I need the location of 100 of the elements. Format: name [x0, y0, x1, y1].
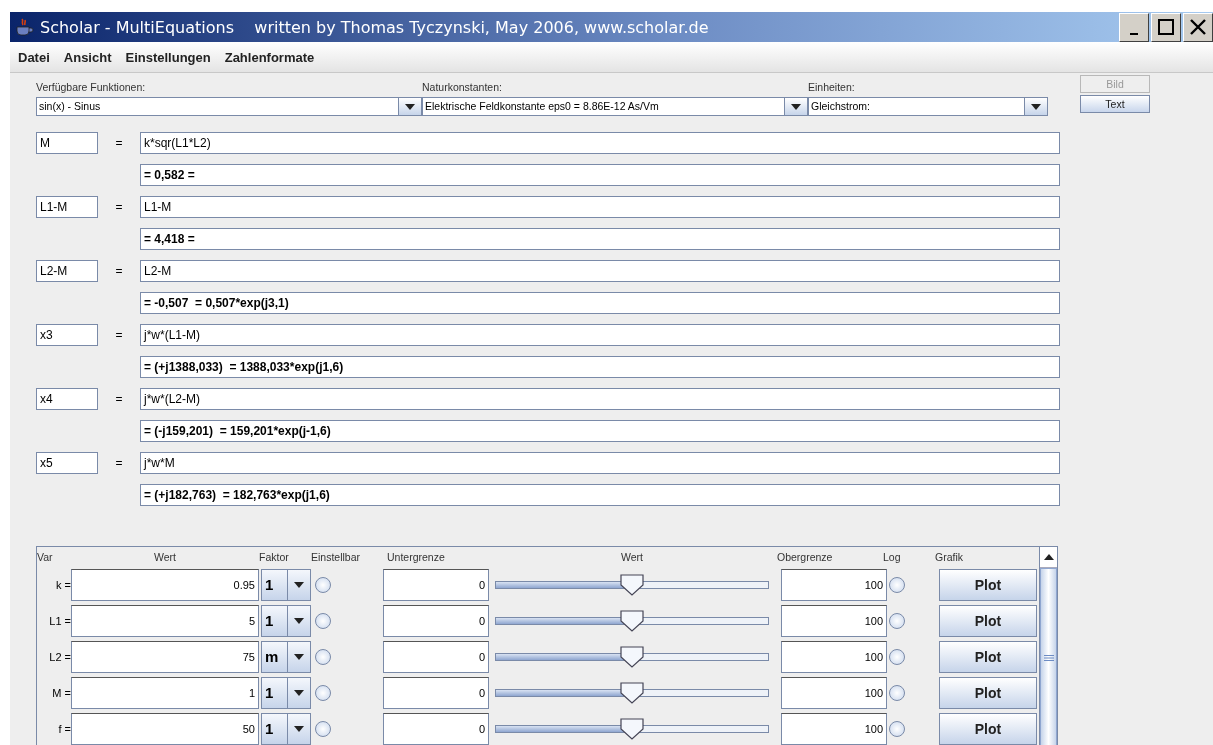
plot-button[interactable]: Plot: [939, 605, 1037, 637]
equals-sign: =: [114, 456, 124, 470]
factor-dropdown[interactable]: 1: [261, 605, 311, 637]
slider[interactable]: [495, 645, 769, 669]
result-field: = 0,582 =: [140, 164, 1060, 186]
dropdown-arrow-icon: [294, 582, 304, 588]
close-button[interactable]: [1183, 12, 1213, 42]
adjustable-radio[interactable]: [315, 613, 331, 629]
grip-icon: [1043, 654, 1054, 661]
close-icon: [1190, 19, 1206, 35]
variable-label: k =: [55, 579, 71, 591]
value-field[interactable]: 5: [71, 605, 259, 637]
slider[interactable]: [495, 717, 769, 741]
upper-bound-field[interactable]: 100: [781, 605, 887, 637]
variable-name-field[interactable]: x3: [36, 324, 98, 346]
plot-button[interactable]: Plot: [939, 677, 1037, 709]
upper-bound-field[interactable]: 100: [781, 677, 887, 709]
value-field[interactable]: 50: [71, 713, 259, 745]
field-label: Verfügbare Funktionen:: [36, 81, 147, 95]
log-radio[interactable]: [889, 649, 905, 665]
slider[interactable]: [495, 573, 769, 597]
adjustable-radio[interactable]: [315, 685, 331, 701]
log-radio[interactable]: [889, 721, 905, 737]
slider-thumb[interactable]: [620, 574, 644, 596]
lower-bound-field[interactable]: 0: [383, 569, 489, 601]
equals-sign: =: [114, 392, 124, 406]
value-field[interactable]: 1: [71, 677, 259, 709]
variable-label: M =: [51, 687, 71, 699]
dropdown[interactable]: Elektrische Feldkonstante eps0 = 8.86E-12 As/Vm: [422, 97, 808, 116]
equals-sign: =: [114, 328, 124, 342]
expression-field[interactable]: k*sqr(L1*L2): [140, 132, 1060, 154]
lower-bound-field[interactable]: 0: [383, 641, 489, 673]
expression-field[interactable]: j*w*M: [140, 452, 1060, 474]
result-field: = 4,418 =: [140, 228, 1060, 250]
slider[interactable]: [495, 609, 769, 633]
dropdown-arrow-icon: [294, 726, 304, 732]
field-label: Naturkonstanten:: [422, 81, 503, 95]
maximize-button[interactable]: [1151, 12, 1181, 42]
value-field[interactable]: 75: [71, 641, 259, 673]
maximize-icon: [1158, 19, 1174, 35]
cup-icon: [14, 17, 34, 37]
variable-label: L2 =: [48, 651, 71, 663]
upper-bound-field[interactable]: 100: [781, 713, 887, 745]
result-field: = (+j1388,033) = 1388,033*exp(j1,6): [140, 356, 1060, 378]
minimize-button[interactable]: [1119, 12, 1149, 42]
expression-field[interactable]: j*w*(L1-M): [140, 324, 1060, 346]
menu-item[interactable]: Zahlenformate: [224, 49, 315, 65]
log-radio[interactable]: [889, 577, 905, 593]
dropdown[interactable]: Gleichstrom:: [808, 97, 1048, 116]
value-field[interactable]: 0.95: [71, 569, 259, 601]
slider-thumb[interactable]: [620, 646, 644, 668]
variable-name-field[interactable]: M: [36, 132, 98, 154]
equals-sign: =: [114, 136, 124, 150]
menu-item[interactable]: Datei: [18, 49, 50, 65]
dropdown[interactable]: sin(x) - Sinus: [36, 97, 422, 116]
expression-field[interactable]: j*w*(L2-M): [140, 388, 1060, 410]
log-radio[interactable]: [889, 685, 905, 701]
expression-field[interactable]: L1-M: [140, 196, 1060, 218]
slider-thumb[interactable]: [620, 718, 644, 740]
field-label: Einheiten:: [808, 81, 856, 95]
slider-thumb[interactable]: [620, 682, 644, 704]
upper-bound-field[interactable]: 100: [781, 569, 887, 601]
factor-dropdown[interactable]: m: [261, 641, 311, 673]
expression-field[interactable]: L2-M: [140, 260, 1060, 282]
upper-bound-field[interactable]: 100: [781, 641, 887, 673]
column-header: Wert: [620, 551, 644, 563]
column-header: Faktor: [259, 551, 290, 563]
dropdown-arrow-icon: [1031, 103, 1041, 110]
variable-name-field[interactable]: x5: [36, 452, 98, 474]
column-header: Var: [37, 551, 54, 563]
factor-dropdown[interactable]: 1: [261, 569, 311, 601]
slider[interactable]: [495, 681, 769, 705]
variable-name-field[interactable]: L1-M: [36, 196, 98, 218]
variable-name-field[interactable]: x4: [36, 388, 98, 410]
plot-button[interactable]: Plot: [939, 713, 1037, 745]
variable-name-field[interactable]: L2-M: [36, 260, 98, 282]
menu-item[interactable]: Ansicht: [63, 49, 112, 65]
lower-bound-field[interactable]: 0: [383, 605, 489, 637]
adjustable-radio[interactable]: [315, 577, 331, 593]
log-radio[interactable]: [889, 613, 905, 629]
result-field: = -0,507 = 0,507*exp(j3,1): [140, 292, 1060, 314]
scrollbar[interactable]: [1039, 547, 1057, 745]
factor-dropdown[interactable]: 1: [261, 713, 311, 745]
factor-dropdown[interactable]: 1: [261, 677, 311, 709]
column-header: Obergrenze: [777, 551, 834, 563]
dropdown-arrow-icon: [791, 103, 801, 110]
plot-button[interactable]: Plot: [939, 569, 1037, 601]
dropdown-arrow-icon: [405, 103, 415, 110]
lower-bound-field[interactable]: 0: [383, 713, 489, 745]
slider-thumb[interactable]: [620, 610, 644, 632]
column-header: Wert: [153, 551, 177, 563]
column-header: Grafik: [935, 551, 964, 563]
adjustable-radio[interactable]: [315, 721, 331, 737]
column-header: Einstellbar: [311, 551, 362, 563]
minimize-icon: [1130, 33, 1138, 35]
plot-button[interactable]: Plot: [939, 641, 1037, 673]
menu-item[interactable]: Einstellungen: [125, 49, 211, 65]
adjustable-radio[interactable]: [315, 649, 331, 665]
view-button[interactable]: Text: [1080, 95, 1150, 113]
lower-bound-field[interactable]: 0: [383, 677, 489, 709]
